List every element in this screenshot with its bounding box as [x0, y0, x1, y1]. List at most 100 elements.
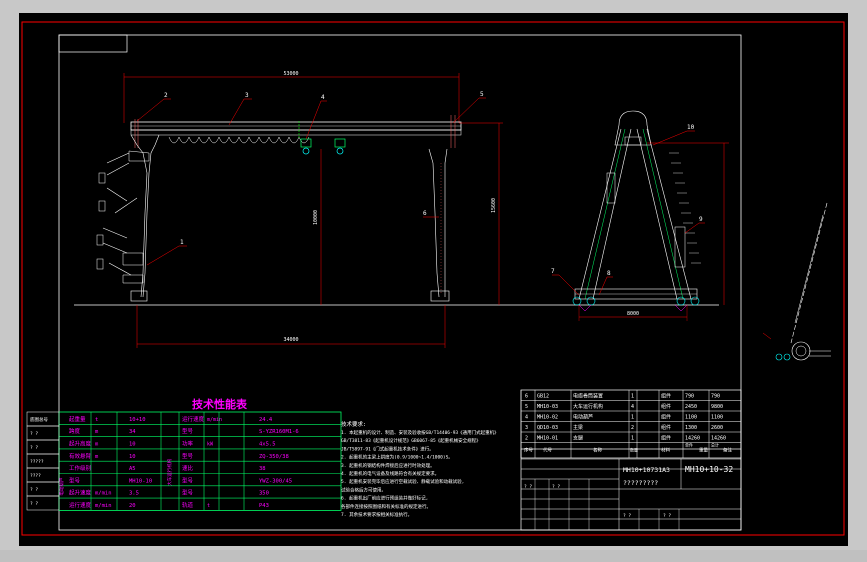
part-no: 4: [525, 415, 528, 421]
cad-viewport[interactable]: 53000 10000 15600 34000 2 3 4 5 1 6 8000…: [0, 0, 867, 550]
drawing-number: MH10+10-32: [685, 465, 733, 474]
parts-header-w1: 单件: [685, 442, 693, 448]
part-code: GB12: [537, 394, 549, 400]
perf-left-label: 起升高度: [69, 439, 92, 447]
detail-fragment: [762, 202, 831, 361]
tb-mark-4: ? ?: [663, 513, 671, 519]
perf-left-unit: m: [95, 441, 99, 447]
side-label: 底图总号: [30, 416, 48, 423]
corner-label-box: [58, 34, 128, 53]
part-code: MH10-03: [537, 404, 558, 410]
perf-right-label: 型号: [182, 427, 194, 435]
parts-header-name: 名称: [593, 447, 602, 454]
perf-left-label: 工作级别: [69, 464, 91, 472]
callout-3: 3: [245, 92, 249, 99]
part-weight-unit: 1100: [685, 415, 697, 421]
part-weight-total: 2600: [711, 425, 723, 431]
part-qty: 4: [631, 404, 634, 410]
title-block: MH10+10731A3 MH10+10-32 ????????? ? ? ? …: [520, 448, 742, 531]
part-name: 大车运行机构: [573, 403, 603, 410]
perf-left-unit: m: [95, 454, 99, 460]
side-label: ????: [30, 473, 41, 479]
perf-left-value: MH10-10: [129, 478, 152, 484]
callout-7: 7: [551, 268, 555, 275]
perf-right-value: 350: [259, 491, 269, 497]
tech-note-line: JB/T5897-91《门式起重机技术条件》进行。: [341, 445, 434, 452]
parts-header-code: 代号: [543, 447, 552, 454]
callout-5: 5: [480, 91, 484, 98]
tech-note-line: 7. 其余技术要求按相关标准执行。: [341, 511, 412, 518]
part-name: 电动葫芦: [573, 414, 593, 421]
project-name: ?????????: [623, 479, 658, 487]
tech-note-line: 5. 起重机安装完毕后应进行空载试验、静载试验和动载试验,: [341, 478, 464, 485]
part-material: 组件: [661, 424, 671, 431]
side-view: 8000 10 9 7 8: [551, 110, 729, 321]
right-group-label: 大车运行机构: [166, 458, 173, 485]
perf-left-label: 起重量: [69, 415, 86, 423]
side-label: ? ?: [30, 431, 38, 437]
perf-left-unit: m/min: [95, 503, 112, 509]
scale-code: MH10+10731A3: [623, 466, 670, 474]
callout-8: 8: [607, 270, 611, 277]
callout-2: 2: [164, 92, 168, 99]
tech-note-line: 6. 起重机出厂前应进行预组装并做好标记,: [341, 495, 428, 502]
perf-left-label: 型号: [69, 476, 81, 484]
callout-9: 9: [699, 216, 703, 223]
perf-right-value: 38: [259, 466, 266, 472]
perf-right-value: 4x5.5: [259, 441, 276, 447]
perf-right-label: 型号: [182, 489, 194, 497]
part-name: 主梁: [573, 424, 583, 431]
tech-notes-title: 技术要求:: [341, 420, 366, 428]
perf-right-label: 运行速度: [182, 415, 205, 423]
callout-4: 4: [321, 94, 325, 101]
parts-header-w2: 总计: [711, 442, 719, 448]
part-code: MH10-02: [537, 415, 558, 421]
perf-table: 电动葫芦大车运行机构起重量 t 10+10跨度 m 34起升高度 m 10有效悬臂 m 10工作…: [58, 411, 342, 511]
parts-header-qty: 数量: [630, 447, 638, 453]
perf-right-value: YWZ-300/45: [259, 478, 292, 484]
perf-left-value: 20: [129, 503, 136, 509]
tech-note-line: GB/T3811-83《起重机设计规范》GB6067-85《起重机械安全规程》: [341, 437, 481, 444]
perf-left-unit: m: [95, 429, 99, 435]
base-width-dim: 8000: [627, 311, 639, 317]
parts-list: 6 GB12 电缆卷筒装置 1 组件 790 790 5 MH10-03 大车运行机构 4 组件 245…: [520, 389, 742, 459]
side-label-strip: 底图总号 ? ? ? ?????????? ? ? ? ?: [26, 411, 60, 511]
perf-right-value: S-YZR160M1-6: [259, 429, 299, 435]
part-no: 2: [525, 436, 528, 442]
part-code: QD10-03: [537, 425, 558, 431]
callout-10: 10: [687, 124, 695, 131]
perf-left-value: 10: [129, 441, 136, 447]
tb-mark-3: ? ?: [623, 513, 631, 519]
side-label: ? ?: [30, 487, 38, 493]
perf-left-value: 10: [129, 454, 136, 460]
part-name: 电缆卷筒装置: [573, 393, 603, 400]
overall-span-dim: 53000: [283, 71, 298, 77]
tech-notes: 技术要求: 1. 本起重机的设计、制造、安装及验收按GB/T14406-93《通…: [341, 420, 499, 518]
part-weight-unit: 14260: [685, 436, 700, 442]
perf-table-title: 技术性能表: [192, 397, 248, 411]
part-no: 3: [525, 425, 528, 431]
part-weight-unit: 790: [685, 394, 694, 400]
callout-1: 1: [180, 239, 184, 246]
tech-note-line: 试验合格后方可使用。: [341, 486, 386, 493]
gantry-height-dim: 15600: [491, 198, 497, 213]
drawing-canvas: 53000 10000 15600 34000 2 3 4 5 1 6 8000…: [21, 21, 845, 536]
perf-left-value: 10+10: [129, 417, 146, 423]
part-material: 组件: [661, 403, 671, 410]
side-label: ?????: [30, 459, 44, 465]
tech-note-line: 3. 起重机的钢结构件焊接后应进行时效处理。: [341, 462, 435, 469]
status-bar: [0, 550, 867, 562]
side-label: ? ?: [30, 501, 38, 507]
part-name: 支腿: [573, 435, 583, 442]
part-weight-total: 14260: [711, 436, 726, 442]
part-material: 组件: [661, 393, 671, 400]
perf-right-label: 速比: [182, 464, 194, 472]
drawing-sheet[interactable]: 53000 10000 15600 34000 2 3 4 5 1 6 8000…: [19, 13, 848, 546]
perf-right-value: P43: [259, 503, 269, 509]
perf-right-value: ZQ-350/38: [259, 454, 289, 460]
part-weight-unit: 1300: [685, 425, 697, 431]
perf-right-label: 型号: [182, 476, 194, 484]
part-qty: 1: [631, 394, 634, 400]
tech-note-line: 各部件连接按照图纸和有关标准的规定进行。: [341, 503, 431, 510]
parts-header-weight: 重量: [699, 447, 708, 454]
